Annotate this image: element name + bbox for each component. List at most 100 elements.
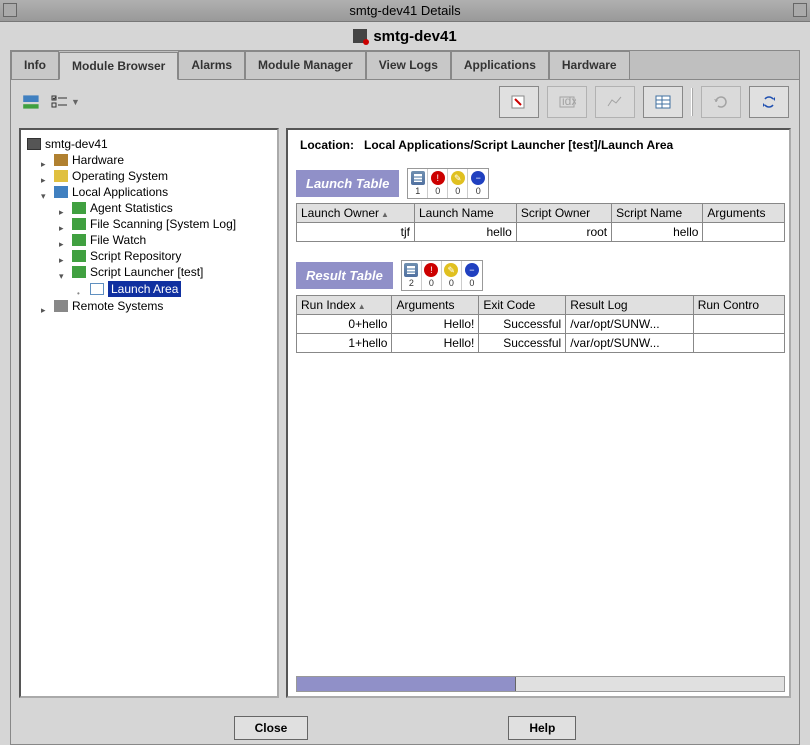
status-info[interactable]: − 0 [468, 169, 488, 198]
status-total[interactable]: 1 [408, 169, 428, 198]
app-icon [54, 186, 68, 198]
cell[interactable]: Successful [479, 334, 566, 353]
col-result-log[interactable]: Result Log [566, 296, 694, 315]
status-count: 0 [469, 278, 474, 288]
table-node-icon [90, 283, 104, 295]
tree-item-file-watch[interactable]: File Watch [23, 232, 275, 248]
col-exit-code[interactable]: Exit Code [479, 296, 566, 315]
tab-hardware[interactable]: Hardware [549, 51, 630, 79]
status-total[interactable]: 2 [402, 261, 422, 290]
toggle-icon[interactable] [41, 302, 50, 311]
table-row[interactable]: 0+hello Hello! Successful /var/opt/SUNW.… [297, 315, 785, 334]
cell[interactable]: 0+hello [297, 315, 392, 334]
col-script-name[interactable]: Script Name [612, 204, 703, 223]
toolbar: ▼ idx [11, 80, 799, 124]
cell[interactable]: /var/opt/SUNW... [566, 315, 694, 334]
reload-button[interactable] [749, 86, 789, 118]
tree-item-launch-area[interactable]: Launch Area [23, 280, 275, 298]
tree-label: Hardware [72, 153, 124, 167]
tab-view-logs[interactable]: View Logs [366, 51, 451, 79]
props-icon [510, 94, 528, 110]
cell[interactable]: tjf [297, 223, 415, 242]
outer-frame: Info Module Browser Alarms Module Manage… [10, 50, 800, 745]
tree-pane[interactable]: smtg-dev41 Hardware Operating System Loc… [19, 128, 279, 698]
location-path: Local Applications/Script Launcher [test… [364, 138, 673, 152]
tree-item-agent-stats[interactable]: Agent Statistics [23, 200, 275, 216]
col-run-index[interactable]: Run Index▲ [297, 296, 392, 315]
checklist-icon[interactable] [51, 94, 69, 110]
toggle-icon[interactable] [41, 156, 50, 165]
table-row[interactable]: tjf hello root hello [297, 223, 785, 242]
tabs-row: Info Module Browser Alarms Module Manage… [11, 51, 799, 80]
tab-module-browser[interactable]: Module Browser [59, 52, 178, 80]
tab-applications[interactable]: Applications [451, 51, 549, 79]
status-count: 0 [435, 186, 440, 196]
hardware-icon [54, 154, 68, 166]
tree-item-local-apps[interactable]: Local Applications [23, 184, 275, 200]
cell[interactable] [693, 334, 784, 353]
tree-item-os[interactable]: Operating System [23, 168, 275, 184]
toggle-icon[interactable] [59, 204, 68, 213]
col-script-owner[interactable]: Script Owner [516, 204, 611, 223]
cell[interactable]: /var/opt/SUNW... [566, 334, 694, 353]
tree-item-hardware[interactable]: Hardware [23, 152, 275, 168]
tree-root[interactable]: smtg-dev41 [23, 136, 275, 152]
tree-item-script-launcher[interactable]: Script Launcher [test] [23, 264, 275, 280]
tab-alarms[interactable]: Alarms [178, 51, 245, 79]
cell[interactable]: hello [414, 223, 516, 242]
tree-label: File Scanning [System Log] [90, 217, 236, 231]
cell[interactable] [693, 315, 784, 334]
toggle-icon[interactable] [59, 236, 68, 245]
close-button[interactable]: Close [234, 716, 309, 740]
tree-label: Script Repository [90, 249, 181, 263]
help-button[interactable]: Help [508, 716, 576, 740]
cell[interactable]: 1+hello [297, 334, 392, 353]
chart-icon [606, 94, 624, 110]
window-minimize-button[interactable] [793, 3, 807, 17]
cell[interactable]: Hello! [392, 315, 479, 334]
tree-item-script-repo[interactable]: Script Repository [23, 248, 275, 264]
result-status-icons: 2 ! 0 ✎ 0 − 0 [401, 260, 483, 291]
tree-item-remote-systems[interactable]: Remote Systems [23, 298, 275, 314]
idx-icon: idx [558, 94, 576, 110]
tree-label: File Watch [90, 233, 146, 247]
toggle-icon[interactable] [41, 172, 50, 181]
col-run-control[interactable]: Run Contro [693, 296, 784, 315]
status-critical[interactable]: ! 0 [428, 169, 448, 198]
cell[interactable]: root [516, 223, 611, 242]
col-arguments[interactable]: Arguments [392, 296, 479, 315]
tab-module-manager[interactable]: Module Manager [245, 51, 366, 79]
host-icon [27, 138, 41, 150]
toggle-icon[interactable] [59, 252, 68, 261]
window-menu-button[interactable] [3, 3, 17, 17]
cell[interactable]: hello [612, 223, 703, 242]
cell[interactable]: Successful [479, 315, 566, 334]
tree-label: Remote Systems [72, 299, 163, 313]
scrollbar-thumb[interactable] [297, 677, 516, 691]
cell[interactable]: Hello! [392, 334, 479, 353]
status-warning[interactable]: ✎ 0 [442, 261, 462, 290]
toggle-icon[interactable] [41, 188, 50, 197]
idx-button: idx [547, 86, 587, 118]
col-launch-name[interactable]: Launch Name [414, 204, 516, 223]
col-arguments[interactable]: Arguments [703, 204, 785, 223]
cell[interactable] [703, 223, 785, 242]
status-critical[interactable]: ! 0 [422, 261, 442, 290]
col-launch-owner[interactable]: Launch Owner▲ [297, 204, 415, 223]
tree-item-file-scanning[interactable]: File Scanning [System Log] [23, 216, 275, 232]
tab-info[interactable]: Info [11, 51, 59, 79]
launch-status-icons: 1 ! 0 ✎ 0 − 0 [407, 168, 489, 199]
status-warning[interactable]: ✎ 0 [448, 169, 468, 198]
toggle-icon[interactable] [59, 268, 68, 277]
table-row[interactable]: 1+hello Hello! Successful /var/opt/SUNW.… [297, 334, 785, 353]
splitter[interactable] [279, 128, 286, 698]
toggle-icon[interactable] [59, 220, 68, 229]
horizontal-scrollbar[interactable] [296, 676, 785, 692]
props-button[interactable] [499, 86, 539, 118]
dropdown-arrow-icon[interactable]: ▼ [71, 97, 80, 107]
launch-table[interactable]: Launch Owner▲ Launch Name Script Owner S… [296, 203, 785, 242]
module-icon[interactable] [21, 91, 43, 113]
table-button[interactable] [643, 86, 683, 118]
status-info[interactable]: − 0 [462, 261, 482, 290]
result-table[interactable]: Run Index▲ Arguments Exit Code Result Lo… [296, 295, 785, 353]
